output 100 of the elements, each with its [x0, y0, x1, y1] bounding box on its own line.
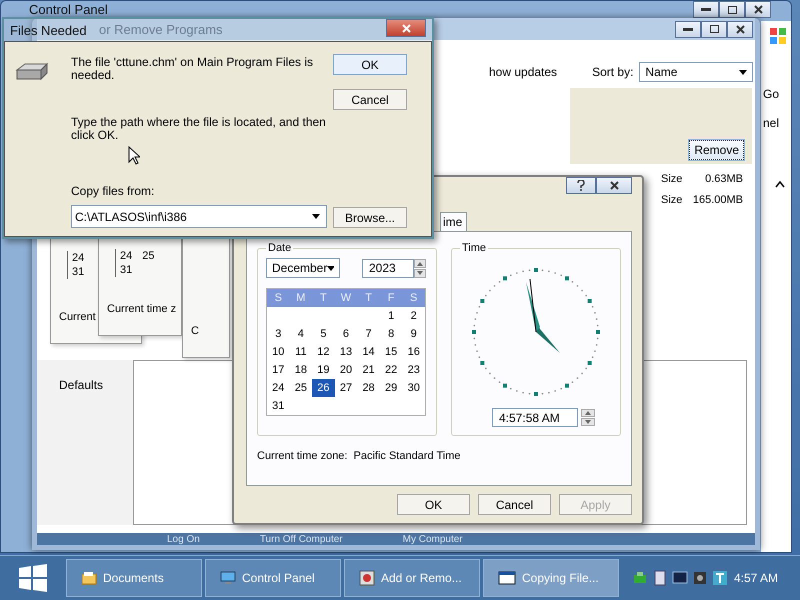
- minimize-icon: [683, 28, 693, 30]
- calendar-day[interactable]: 14: [357, 343, 380, 361]
- browse-button[interactable]: Browse...: [333, 207, 407, 228]
- windows-flag-icon: [769, 27, 787, 45]
- show-updates-checkbox-label[interactable]: how updates: [489, 65, 558, 79]
- dialog-instruction: Type the path where the file is located, and then click OK.: [71, 116, 327, 142]
- month-dropdown[interactable]: December: [266, 258, 340, 278]
- calendar-day[interactable]: 11: [290, 343, 312, 361]
- calendar-day[interactable]: 21: [357, 361, 380, 379]
- year-field[interactable]: 2023: [362, 258, 414, 278]
- calendar-day[interactable]: 3: [267, 325, 290, 343]
- remove-button[interactable]: Remove: [689, 140, 744, 160]
- cancel-button[interactable]: Cancel: [333, 89, 407, 110]
- minimize-button[interactable]: [675, 20, 701, 38]
- ghost-text: C: [191, 325, 199, 337]
- calendar-day[interactable]: 26: [312, 379, 335, 397]
- sort-label: Sort by:: [592, 65, 634, 79]
- calendar-day[interactable]: 6: [334, 325, 358, 343]
- calendar-day[interactable]: 18: [290, 361, 312, 379]
- calendar-day: 31: [120, 264, 132, 276]
- taskbar-button[interactable]: Control Panel: [205, 559, 341, 597]
- maximize-icon: [710, 25, 718, 33]
- path-combo-field[interactable]: C:\ATLASOS\inf\i386: [71, 205, 327, 228]
- calendar-day[interactable]: 1: [380, 307, 402, 325]
- calendar-day[interactable]: 27: [334, 379, 358, 397]
- calendar-day[interactable]: 15: [380, 343, 402, 361]
- speaker-icon[interactable]: [692, 570, 708, 586]
- tab[interactable]: ime: [440, 212, 468, 231]
- group-label: Time: [461, 242, 488, 254]
- caret-icon: [739, 70, 748, 74]
- folder-icon: [81, 571, 97, 585]
- close-button[interactable]: [386, 19, 426, 37]
- tray-app-icon[interactable]: [712, 570, 728, 586]
- calendar-day[interactable]: 9: [402, 325, 425, 343]
- calendar-day[interactable]: 17: [267, 361, 290, 379]
- calendar-day[interactable]: 2: [402, 307, 425, 325]
- calendar-day[interactable]: 20: [334, 361, 358, 379]
- mouse-pointer-icon: [128, 146, 140, 165]
- taskbar-clock: 4:57 AM: [734, 571, 778, 585]
- taskbar-button[interactable]: Documents: [66, 559, 202, 597]
- calendar-day[interactable]: 13: [334, 343, 358, 361]
- timezone-label: Current time zone:: [257, 450, 348, 462]
- size-label: Size: [661, 173, 682, 185]
- dialog-button[interactable]: Cancel: [478, 494, 551, 515]
- dialog-button[interactable]: OK: [397, 494, 470, 515]
- close-button[interactable]: [745, 1, 771, 18]
- maximize-icon: [728, 6, 736, 14]
- weekday-header: W: [334, 289, 358, 307]
- calendar-day: 24: [120, 250, 132, 262]
- footer-text: My Computer: [402, 534, 463, 544]
- time-field[interactable]: 4:57:58 AM: [492, 408, 578, 427]
- calendar-day[interactable]: 22: [380, 361, 402, 379]
- weekday-header: T: [312, 289, 335, 307]
- spin-buttons-icon[interactable]: [414, 258, 426, 278]
- field-label: Copy files from:: [71, 185, 156, 198]
- maximize-button[interactable]: [719, 1, 745, 18]
- caret-icon: [775, 180, 785, 188]
- calendar-day[interactable]: 30: [402, 379, 425, 397]
- ghost-text: Current time z: [107, 303, 176, 315]
- calendar-day[interactable]: 8: [380, 325, 402, 343]
- dialog-message: The file 'cttune.chm' on Main Program Files is needed.: [71, 56, 314, 82]
- calendar-day[interactable]: 10: [267, 343, 290, 361]
- calendar-day: 24: [72, 252, 84, 264]
- calendar-day[interactable]: 16: [402, 343, 425, 361]
- calendar-day[interactable]: 7: [357, 325, 380, 343]
- timezone-value: Pacific Standard Time: [353, 450, 460, 462]
- ghost-text: Current: [59, 311, 96, 323]
- close-icon: [736, 24, 744, 34]
- sidebar-item[interactable]: Defaults: [59, 378, 104, 392]
- windows-logo-icon: [18, 563, 48, 593]
- weekday-header: F: [380, 289, 402, 307]
- monitor-icon[interactable]: [672, 570, 688, 586]
- caret-icon: [312, 214, 320, 219]
- ok-button[interactable]: OK: [333, 54, 407, 75]
- maximize-button[interactable]: [701, 20, 727, 38]
- document-icon[interactable]: [652, 570, 668, 586]
- close-icon: [754, 5, 762, 14]
- close-button[interactable]: [727, 20, 753, 38]
- sort-dropdown[interactable]: Name: [639, 62, 754, 82]
- calendar-day[interactable]: 5: [312, 325, 335, 343]
- calendar-day[interactable]: 31: [267, 397, 290, 415]
- calendar-day[interactable]: 19: [312, 361, 335, 379]
- size-label: Size: [661, 194, 682, 206]
- window-title: Control Panel: [29, 2, 108, 17]
- spin-buttons-icon[interactable]: [581, 409, 595, 426]
- sidebar-text: Go: [763, 87, 780, 101]
- calendar-day[interactable]: 23: [402, 361, 425, 379]
- calendar-day[interactable]: 29: [380, 379, 402, 397]
- hard-drive-icon: [15, 62, 49, 82]
- calendar-day[interactable]: 12: [312, 343, 335, 361]
- monitor-icon: [220, 571, 236, 585]
- calendar-day[interactable]: 28: [357, 379, 380, 397]
- minimize-button[interactable]: [693, 1, 719, 18]
- close-button[interactable]: [596, 177, 632, 194]
- minimize-icon: [701, 8, 711, 11]
- calendar-day[interactable]: 24: [267, 379, 290, 397]
- calendar-day[interactable]: 4: [290, 325, 312, 343]
- calendar-day[interactable]: 25: [290, 379, 312, 397]
- help-button[interactable]: [566, 177, 596, 194]
- taskbar-button[interactable]: Add or Remo...: [344, 559, 480, 597]
